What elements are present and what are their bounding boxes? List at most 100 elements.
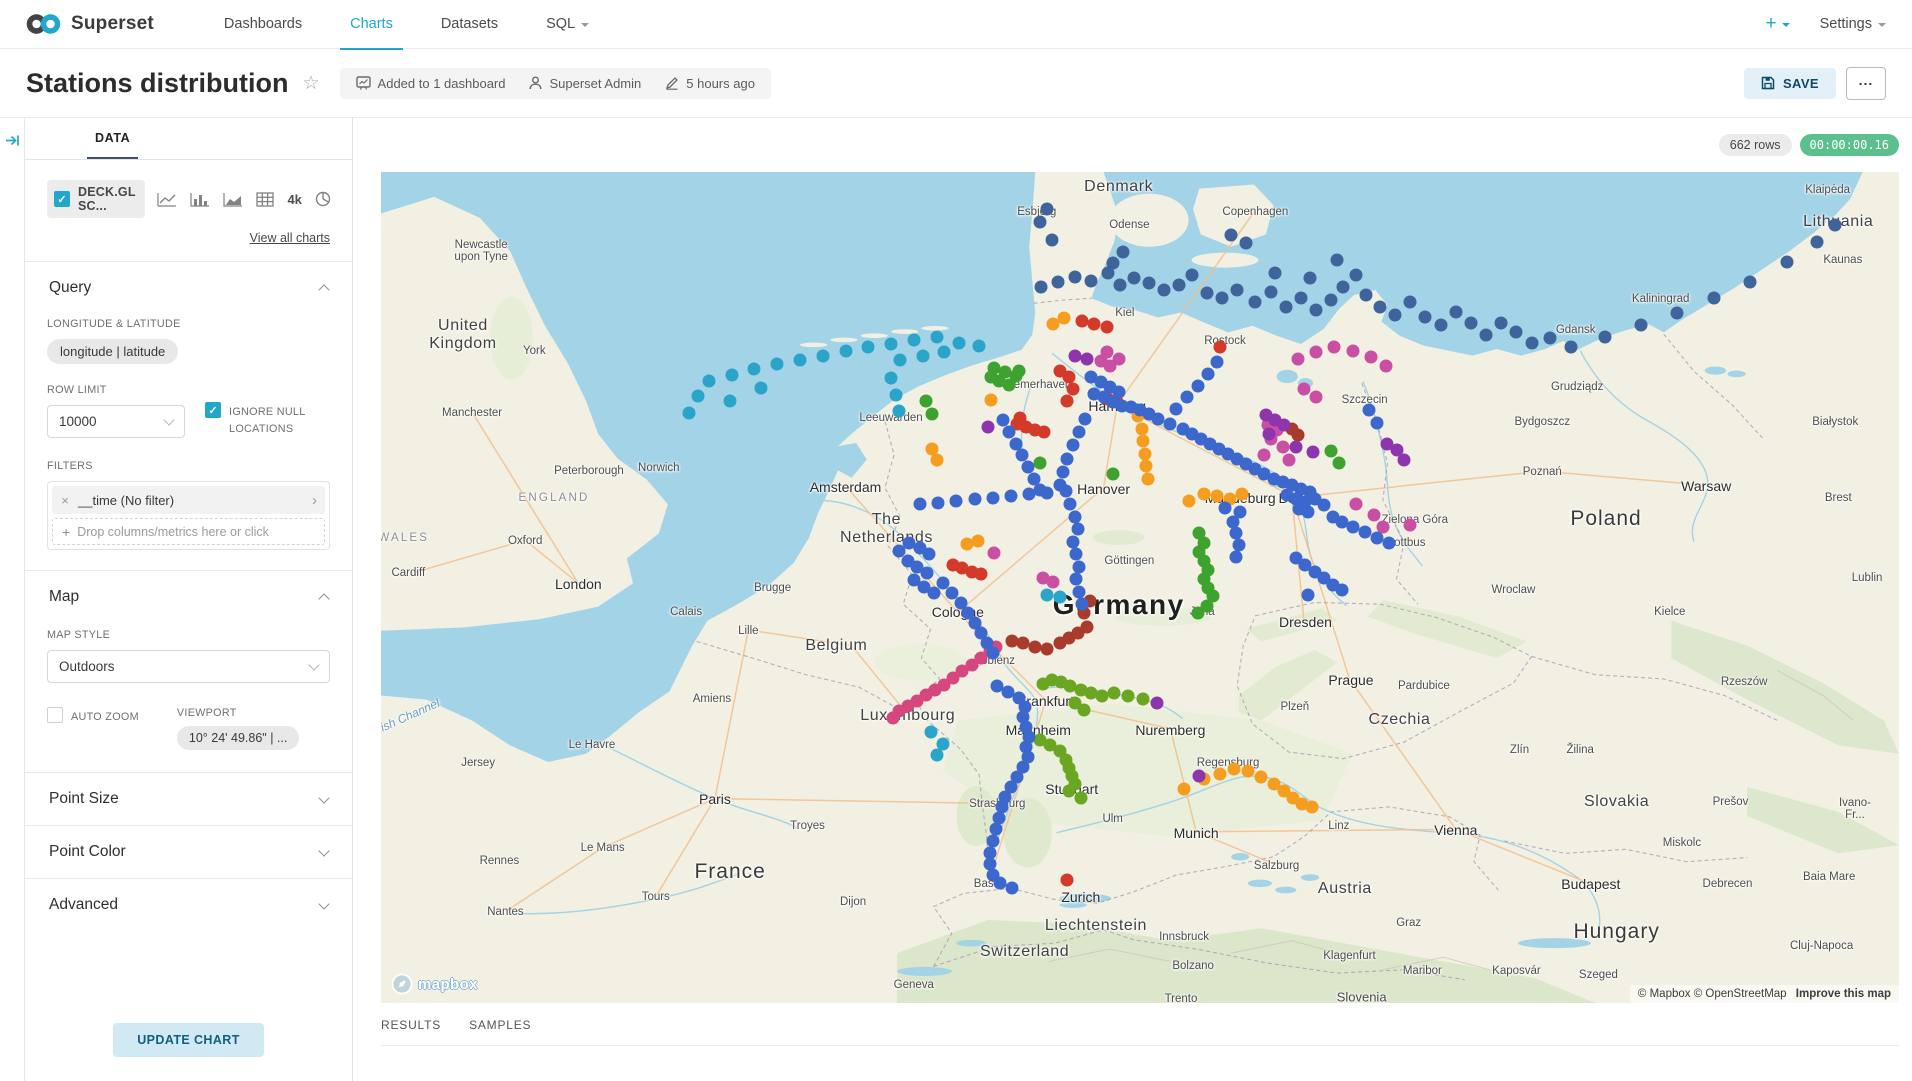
map-point (889, 388, 902, 401)
map-point (982, 421, 995, 434)
map-point (1543, 332, 1556, 345)
map-point (1282, 454, 1295, 467)
map-point (1249, 295, 1262, 308)
map-point (1240, 237, 1253, 250)
map-point (1370, 416, 1383, 429)
point-size-section-header[interactable]: Point Size (47, 773, 330, 825)
viz-4k-option[interactable]: 4k (287, 192, 301, 207)
viz-type-selected[interactable]: ✓ DECK.GL SC... (47, 180, 145, 218)
map-point (771, 357, 784, 370)
map-point (1335, 583, 1348, 596)
area-chart-icon[interactable] (223, 192, 243, 207)
map-point (1780, 255, 1793, 268)
row-limit-select[interactable]: 10000 (47, 405, 185, 438)
mapbox-logo-icon (391, 973, 413, 995)
map-point (1096, 689, 1109, 702)
map-point (1294, 292, 1307, 305)
tab-data[interactable]: DATA (87, 118, 138, 159)
attribution-improve-link[interactable]: Improve this map (1796, 988, 1891, 1000)
filter-drop-zone[interactable]: + Drop columns/metrics here or click (52, 518, 325, 545)
point-color-title: Point Color (49, 843, 126, 861)
map-point (1061, 452, 1074, 465)
point-size-title: Point Size (49, 790, 119, 808)
map-point (1014, 411, 1027, 424)
map-point (1017, 637, 1030, 650)
chevron-down-icon (318, 792, 329, 803)
map-point (1317, 499, 1330, 512)
map-point (885, 372, 898, 385)
map-point (1191, 379, 1204, 392)
nav-item-dashboards[interactable]: Dashboards (200, 0, 326, 49)
map-style-select[interactable]: Outdoors (47, 650, 330, 683)
attribution-osm-link[interactable]: © OpenStreetMap (1694, 988, 1787, 1000)
pie-chart-icon[interactable] (315, 191, 331, 207)
owner[interactable]: Superset Admin (529, 76, 641, 91)
map-point (1337, 280, 1350, 293)
tab-results[interactable]: RESULTS (381, 1018, 441, 1032)
map-point (1358, 525, 1371, 538)
nav-item-datasets[interactable]: Datasets (417, 0, 522, 49)
map-point (1349, 269, 1362, 282)
map-point (1310, 346, 1323, 359)
query-section-header[interactable]: Query (47, 262, 330, 314)
map-point (1150, 697, 1163, 710)
superset-logo[interactable]: Superset (26, 12, 154, 36)
filters-label: FILTERS (47, 460, 330, 472)
map-point (921, 566, 934, 579)
map-point (1565, 340, 1578, 353)
point-color-section-header[interactable]: Point Color (47, 826, 330, 878)
tab-samples[interactable]: SAMPLES (469, 1018, 531, 1032)
settings-menu[interactable]: Settings (1820, 16, 1886, 32)
more-options-button[interactable]: ... (1846, 67, 1886, 100)
remove-filter-icon[interactable]: × (52, 493, 78, 508)
map-point (1056, 465, 1069, 478)
map-point (1634, 318, 1647, 331)
map-point (1404, 295, 1417, 308)
favorite-star-icon[interactable]: ☆ (303, 72, 320, 95)
update-chart-button[interactable]: UPDATE CHART (113, 1023, 263, 1057)
bar-chart-icon[interactable] (190, 192, 210, 207)
chevron-down-icon (318, 898, 329, 909)
auto-zoom-checkbox[interactable] (47, 707, 63, 723)
mapbox-logo[interactable]: mapbox (391, 973, 478, 995)
map-style-label: MAP STYLE (47, 629, 330, 641)
collapse-panel-icon[interactable] (5, 133, 20, 148)
nav-item-charts[interactable]: Charts (326, 0, 417, 49)
map-point (1379, 359, 1392, 372)
map-point (1325, 293, 1338, 306)
viewport-value-pill[interactable]: 10° 24' 49.86" | ... (177, 726, 299, 750)
chart-meta: Added to 1 dashboard Superset Admin 5 ho… (340, 68, 771, 99)
filter-chip[interactable]: × __time (No filter) › (52, 486, 325, 514)
map-point (725, 368, 738, 381)
map-point (1331, 254, 1344, 267)
map-point (1178, 783, 1191, 796)
map-point (1117, 245, 1130, 258)
ignore-null-checkbox[interactable]: ✓ (205, 402, 221, 418)
map-point (839, 345, 852, 358)
attribution-mapbox-link[interactable]: © Mapbox (1638, 988, 1691, 1000)
map-point (1100, 321, 1113, 334)
map-point (1053, 591, 1066, 604)
map-point (1235, 488, 1248, 501)
new-item-button[interactable]: + (1765, 13, 1789, 35)
line-chart-icon[interactable] (157, 192, 177, 207)
nav-item-sql[interactable]: SQL (522, 0, 613, 49)
map-point (1073, 560, 1086, 573)
lonlat-value-pill[interactable]: longitude | latitude (47, 339, 178, 364)
view-all-charts-link[interactable]: View all charts (47, 231, 330, 245)
viz-selected-checkbox[interactable]: ✓ (54, 191, 70, 207)
chevron-down-icon (1782, 23, 1790, 27)
plus-icon: + (1765, 13, 1776, 35)
map-point (1137, 435, 1150, 448)
map-point (1041, 486, 1054, 499)
advanced-section-header[interactable]: Advanced (47, 879, 330, 931)
chart-header: Stations distribution ☆ Added to 1 dashb… (0, 49, 1912, 117)
dashboard-count[interactable]: Added to 1 dashboard (356, 76, 506, 91)
table-icon[interactable] (256, 192, 274, 207)
map-point (1389, 308, 1402, 321)
deckgl-scatter-map[interactable]: DenmarkEsbjergCopenhagenOdenseKlaipėdaLi… (381, 172, 1899, 1003)
save-button[interactable]: SAVE (1744, 68, 1836, 99)
last-modified[interactable]: 5 hours ago (665, 76, 755, 91)
map-section-header[interactable]: Map (47, 571, 330, 623)
map-point (1328, 341, 1341, 354)
